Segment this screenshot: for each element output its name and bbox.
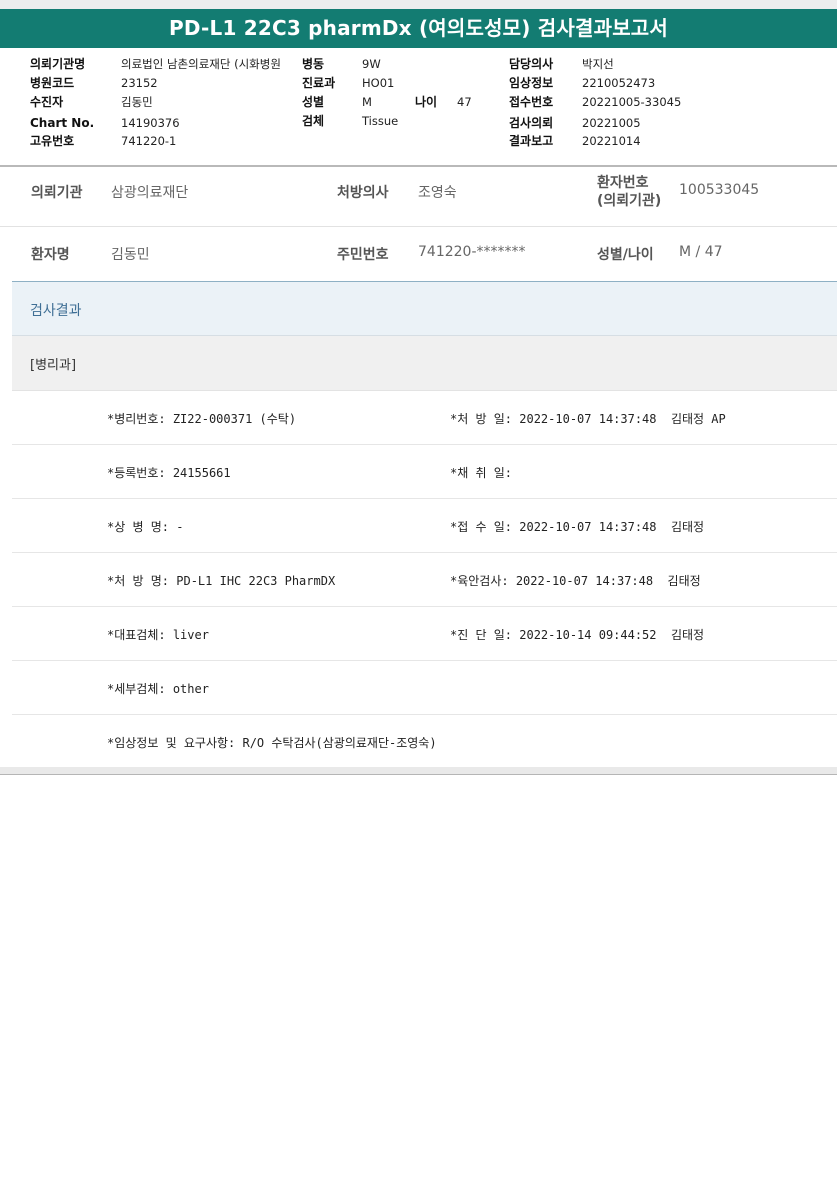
result-row-right: *채 취 일: bbox=[450, 466, 513, 480]
dept-label: 진료과 bbox=[302, 76, 336, 90]
result-row: *세부검체: other bbox=[12, 661, 837, 715]
result-row-left: *상 병 명: - bbox=[107, 520, 184, 534]
result-row-left: *임상정보 및 요구사항: R/O 수탁검사(삼광의료재단-조영숙) bbox=[107, 736, 437, 750]
clinical-info-label: 임상정보 bbox=[509, 76, 554, 90]
sex-age-label: 성별/나이 bbox=[597, 247, 654, 263]
specimen-value: Tissue bbox=[362, 114, 399, 128]
result-row: *처 방 명: PD-L1 IHC 22C3 PharmDX *육안검사: 20… bbox=[12, 553, 837, 607]
result-row-left: *병리번호: ZI22-000371 (수탁) bbox=[107, 412, 297, 426]
result-section-title: 검사결과 bbox=[30, 303, 82, 319]
request-label: 검사의뢰 bbox=[509, 116, 554, 130]
rrn-value: 741220-******* bbox=[418, 244, 526, 260]
prescribing-doctor-value: 조영숙 bbox=[418, 185, 457, 201]
rrn-label: 주민번호 bbox=[337, 247, 389, 263]
prescribing-doctor-label: 처방의사 bbox=[337, 185, 389, 201]
receipt-label: 접수번호 bbox=[509, 95, 554, 109]
chart-value: 14190376 bbox=[121, 116, 180, 130]
result-row-left: *처 방 명: PD-L1 IHC 22C3 PharmDX bbox=[107, 574, 336, 588]
patient-block: 의뢰기관 삼광의료재단 처방의사 조영숙 환자번호 (의뢰기관) 1005330… bbox=[0, 167, 837, 281]
result-row-right: *처 방 일: 2022-10-07 14:37:48 김태정 AP bbox=[450, 412, 726, 426]
request-value: 20221005 bbox=[582, 116, 641, 130]
result-row: *상 병 명: - *접 수 일: 2022-10-07 14:37:48 김태… bbox=[12, 499, 837, 553]
age-label: 나이 bbox=[415, 95, 438, 109]
report-title: PD-L1 22C3 pharmDx (여의도성모) 검사결과보고서 bbox=[0, 9, 837, 48]
ward-value: 9W bbox=[362, 57, 381, 71]
patient-institution-value: 삼광의료재단 bbox=[111, 185, 189, 201]
patient-divider bbox=[0, 226, 837, 227]
result-row-left: *등록번호: 24155661 bbox=[107, 466, 231, 480]
unique-no-label: 고유번호 bbox=[30, 134, 75, 148]
doctor-label: 담당의사 bbox=[509, 57, 554, 71]
report-date-label: 결과보고 bbox=[509, 134, 554, 148]
dept-value: HO01 bbox=[362, 76, 395, 90]
patient-no-label: 환자번호 bbox=[597, 175, 649, 191]
sex-age-value: M / 47 bbox=[679, 244, 723, 260]
sex-value: M bbox=[362, 95, 372, 109]
sex-label: 성별 bbox=[302, 95, 325, 109]
result-row-right: *접 수 일: 2022-10-07 14:37:48 김태정 bbox=[450, 520, 705, 534]
patient-value: 김동민 bbox=[121, 95, 153, 109]
institution-label: 의뢰기관명 bbox=[30, 57, 86, 71]
result-row: *대표검체: liver *진 단 일: 2022-10-14 09:44:52… bbox=[12, 607, 837, 661]
result-row: *임상정보 및 요구사항: R/O 수탁검사(삼광의료재단-조영숙) bbox=[12, 715, 837, 769]
patient-institution-label: 의뢰기관 bbox=[31, 185, 83, 201]
ward-label: 병동 bbox=[302, 57, 325, 71]
department-row: [병리과] bbox=[12, 336, 837, 391]
result-section-header: 검사결과 bbox=[12, 281, 837, 336]
result-row: *병리번호: ZI22-000371 (수탁) *처 방 일: 2022-10-… bbox=[12, 391, 837, 445]
chart-label: Chart No. bbox=[30, 116, 95, 130]
age-value: 47 bbox=[457, 95, 472, 109]
result-row-left: *대표검체: liver bbox=[107, 628, 209, 642]
unique-no-value: 741220-1 bbox=[121, 134, 177, 148]
doctor-value: 박지선 bbox=[582, 57, 614, 71]
result-row-left: *세부검체: other bbox=[107, 682, 209, 696]
department-label: [병리과] bbox=[30, 358, 77, 373]
result-row: *등록번호: 24155661 *채 취 일: bbox=[12, 445, 837, 499]
patient-name-label: 환자명 bbox=[31, 247, 70, 263]
header-info: 의뢰기관명 의료법인 남촌의료재단 (시화병원 병동 9W 담당의사 박지선 병… bbox=[0, 48, 837, 165]
specimen-label: 검체 bbox=[302, 114, 325, 128]
result-row-right: *진 단 일: 2022-10-14 09:44:52 김태정 bbox=[450, 628, 705, 642]
patient-name-value: 김동민 bbox=[111, 247, 150, 263]
clinical-info-value: 2210052473 bbox=[582, 76, 656, 90]
top-strip bbox=[0, 0, 837, 9]
patient-no-value: 100533045 bbox=[679, 182, 760, 198]
patient-no-sublabel: (의뢰기관) bbox=[597, 193, 662, 209]
result-row-right: *육안검사: 2022-10-07 14:37:48 김태정 bbox=[450, 574, 701, 588]
report-date-value: 20221014 bbox=[582, 134, 641, 148]
hospital-code-label: 병원코드 bbox=[30, 76, 75, 90]
institution-value: 의료법인 남촌의료재단 (시화병원 bbox=[121, 57, 281, 71]
hospital-code-value: 23152 bbox=[121, 76, 158, 90]
patient-label: 수진자 bbox=[30, 95, 64, 109]
bottom-band bbox=[0, 767, 837, 775]
receipt-value: 20221005-33045 bbox=[582, 95, 682, 109]
